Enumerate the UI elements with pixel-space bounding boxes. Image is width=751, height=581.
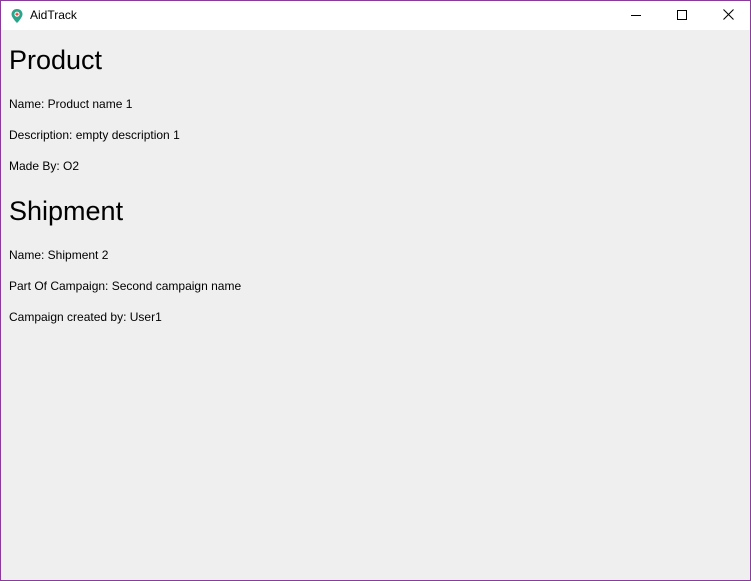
shipment-heading: Shipment bbox=[9, 196, 124, 226]
maximize-button[interactable] bbox=[659, 1, 705, 30]
close-button[interactable] bbox=[705, 1, 750, 30]
map-pin-icon bbox=[10, 8, 24, 24]
close-icon bbox=[722, 7, 734, 25]
minimize-icon bbox=[631, 7, 641, 25]
maximize-icon bbox=[677, 7, 687, 25]
app-window: AidTrack Product Name: Product name 1 De… bbox=[0, 0, 751, 581]
minimize-button[interactable] bbox=[613, 1, 659, 30]
product-heading: Product bbox=[9, 45, 103, 75]
product-name: Name: Product name 1 bbox=[9, 97, 133, 111]
shipment-created-by: Campaign created by: User1 bbox=[9, 310, 162, 324]
shipment-campaign: Part Of Campaign: Second campaign name bbox=[9, 279, 242, 293]
product-made-by: Made By: O2 bbox=[9, 159, 80, 173]
product-description: Description: empty description 1 bbox=[9, 128, 180, 142]
window-title: AidTrack bbox=[30, 8, 77, 22]
title-bar[interactable]: AidTrack bbox=[1, 1, 750, 30]
shipment-name: Name: Shipment 2 bbox=[9, 248, 109, 262]
content-area: Product Name: Product name 1 Description… bbox=[9, 31, 742, 580]
